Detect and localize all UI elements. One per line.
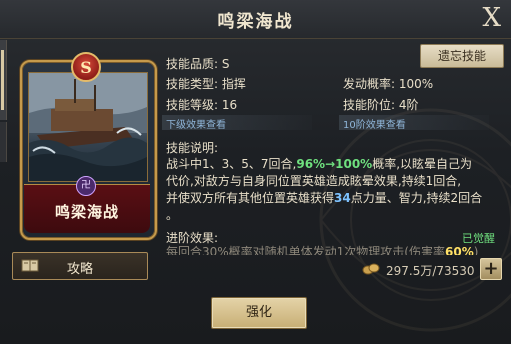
skill-type: 技能类型: 指挥	[166, 75, 246, 92]
description-line-4: 。	[166, 208, 179, 222]
cost-value: 297.5万/73530	[386, 264, 475, 278]
skill-quality: 技能品质: S	[166, 55, 230, 72]
desc-line1-start: 战斗中1、3、5、7回合,	[166, 157, 297, 171]
add-resource-button[interactable]: +	[480, 258, 502, 280]
description-line-2: 代价,对敌方与自身同位置英雄造成眩晕效果,持续1回合,	[166, 174, 462, 188]
close-icon[interactable]: X	[482, 3, 501, 33]
skill-tier-label: 技能阶位:	[343, 98, 396, 112]
card-name: 鸣梁海战	[54, 203, 119, 221]
desc-rate-highlight: 96%→100%	[296, 157, 373, 171]
skill-quality-value: S	[221, 57, 230, 71]
desc-line1-end: 概率,以眩晕自己为	[372, 157, 473, 171]
skill-level-value: 16	[221, 98, 238, 112]
skill-type-value: 指挥	[221, 77, 246, 91]
desc-line3-end: 点力量、智力,持续2回合	[350, 191, 483, 205]
description-line-3: 并使双方所有其他位置英雄获得34点力量、智力,持续2回合	[166, 190, 496, 207]
skill-tier: 技能阶位: 4阶	[343, 96, 419, 113]
trigger-rate-label: 发动概率:	[343, 77, 396, 91]
adv-text-end: )	[473, 245, 479, 255]
upgrade-button[interactable]: 强化	[211, 297, 307, 329]
skill-type-label: 技能类型:	[166, 77, 219, 91]
skill-tier-value: 4阶	[398, 98, 419, 112]
grade-badge: S	[71, 52, 101, 82]
skill-description: 战斗中1、3、5、7回合,96%→100%概率,以眩晕自己为 代价,对敌方与自身…	[166, 156, 496, 224]
side-tab-skill[interactable]	[0, 40, 7, 120]
forget-skill-button[interactable]: 遗忘技能	[420, 44, 504, 68]
strategy-button-label: 攻略	[66, 262, 93, 277]
description-heading: 技能说明:	[166, 141, 219, 155]
warship-illustration	[29, 73, 147, 181]
desc-stat-highlight: 34	[334, 191, 351, 205]
desc-line3-start: 并使双方所有其他位置英雄获得	[166, 191, 335, 205]
skill-detail-panel: 鸣梁海战 X 卍 鸣梁海战 S 攻略 遗忘技能 技能品质: S 技能类型: 指挥…	[0, 0, 511, 344]
next-level-effect-link[interactable]: 下级效果查看	[166, 116, 226, 131]
strategy-button[interactable]: 攻略	[12, 252, 148, 280]
adv-damage-highlight: 60%	[445, 245, 474, 255]
card-artwork	[28, 72, 148, 182]
advanced-effect-text: 每回合30%概率对随机单体发动1次物理攻击(伤害率60%)	[166, 244, 496, 255]
title-bar: 鸣梁海战 X	[0, 0, 511, 39]
trigger-rate-value: 100%	[398, 77, 434, 91]
window-title: 鸣梁海战	[217, 12, 294, 32]
description-line-1: 战斗中1、3、5、7回合,96%→100%概率,以眩晕自己为	[166, 156, 496, 173]
skill-level: 技能等级: 16	[166, 96, 237, 113]
trigger-rate: 发动概率: 100%	[343, 75, 433, 92]
adv-text-start: 每回合30%概率对随机单体发动1次物理攻击(伤害率	[166, 245, 445, 255]
skill-level-label: 技能等级:	[166, 98, 219, 112]
skill-quality-label: 技能品质:	[166, 57, 219, 71]
side-tab-other[interactable]	[0, 122, 7, 162]
coin-icon	[362, 263, 380, 275]
tier10-effect-link[interactable]: 10阶效果查看	[343, 116, 406, 131]
camp-emblem-icon: 卍	[76, 176, 96, 196]
